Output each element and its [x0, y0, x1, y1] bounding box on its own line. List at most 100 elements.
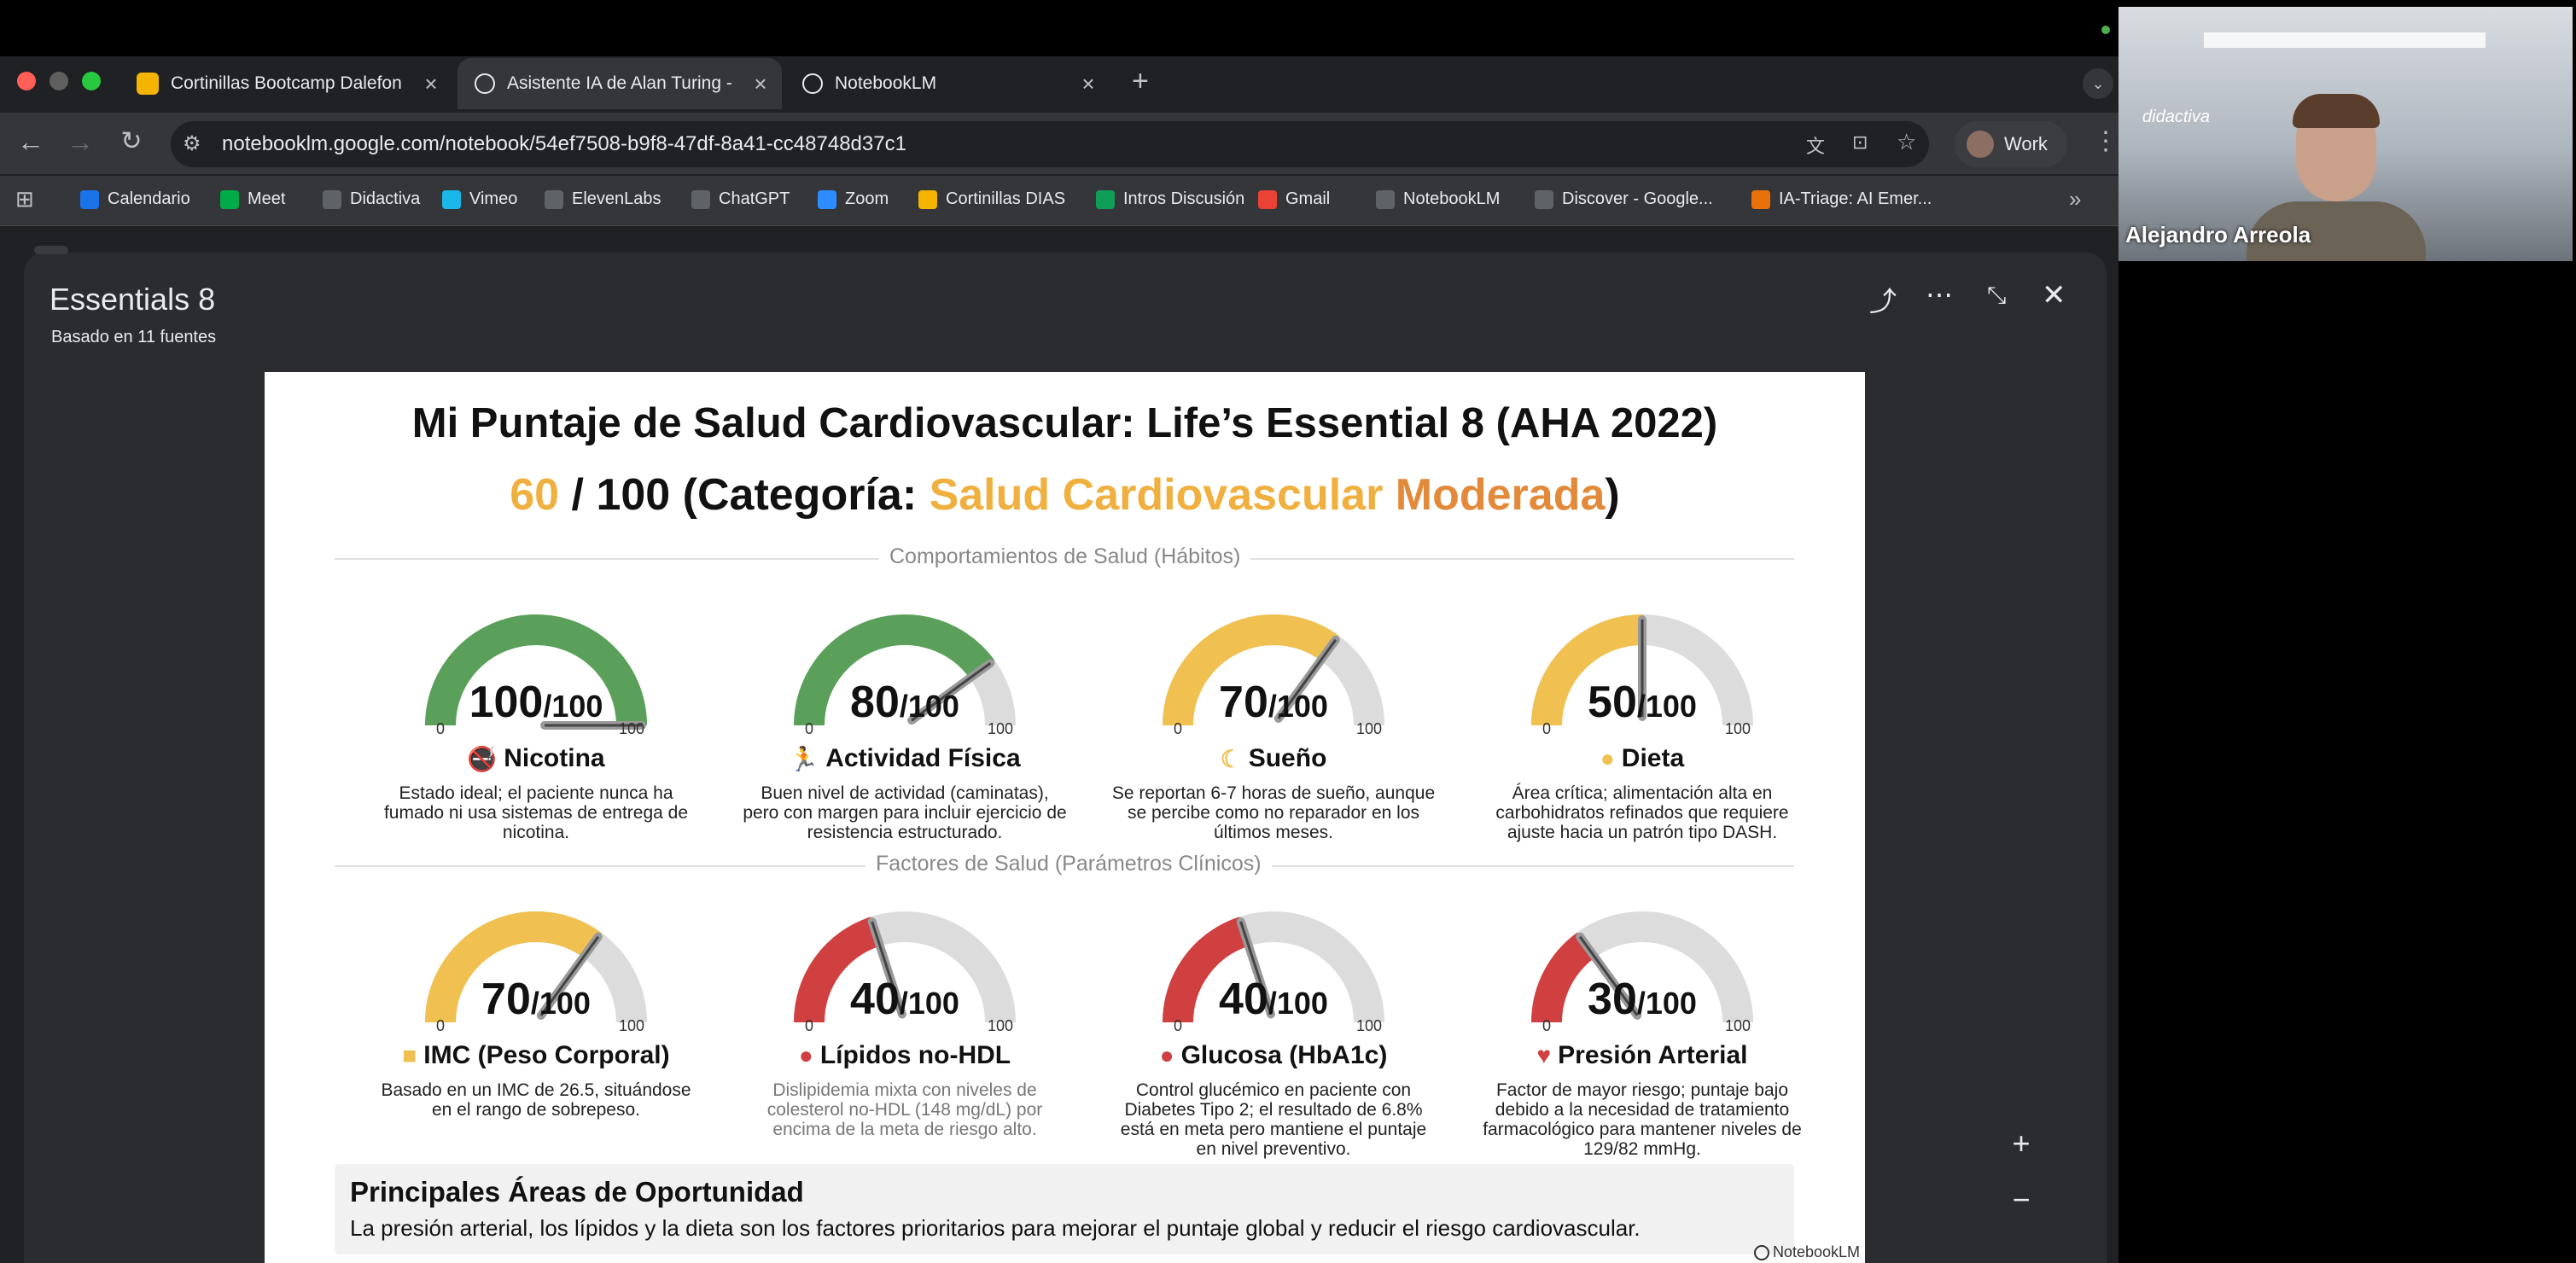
bookmark-item[interactable]: Meet — [220, 189, 285, 209]
infographic-title: Mi Puntaje de Salud Cardiovascular: Life… — [411, 400, 1718, 446]
bookmark-favicon-icon — [80, 189, 99, 209]
didactiva-logo: didactiva — [2142, 108, 2210, 126]
site-info-icon[interactable]: ⚙ — [183, 131, 201, 156]
gauge-tick-max: 100 — [988, 720, 1013, 736]
gauge-score-value: 50 — [1588, 678, 1637, 727]
gauge-chart: 30/100 0 100 — [1531, 911, 1753, 1033]
close-window-button[interactable] — [17, 72, 36, 90]
new-tab-button[interactable]: + — [1132, 65, 1149, 98]
apps-grid-icon[interactable]: ⊞ — [15, 186, 34, 212]
person-hair — [2293, 94, 2380, 128]
gauge-title: 🏃 Actividad Física — [726, 744, 1084, 773]
bookmark-label: Cortinillas DIAS — [946, 189, 1066, 208]
bookmark-item[interactable]: Vimeo — [442, 189, 517, 209]
bookmark-item[interactable]: NotebookLM — [1376, 189, 1500, 209]
gauge-description: Factor de mayor riesgo; puntaje bajo deb… — [1483, 1080, 1802, 1159]
gauge-score-max: /100 — [1637, 689, 1697, 724]
bookmark-item[interactable]: Didactiva — [323, 189, 420, 209]
gauge-description: Control glucémico en paciente con Diabet… — [1120, 1080, 1427, 1159]
bookmark-item[interactable]: Discover - Google... — [1535, 189, 1713, 209]
gauge-title-text: Sueño — [1248, 744, 1327, 772]
gauge-score: 30/100 — [1588, 975, 1697, 1024]
gauge-tick-min: 0 — [436, 1017, 445, 1033]
gauge-score-max: /100 — [900, 986, 959, 1021]
gauge-score: 80/100 — [850, 678, 959, 727]
tab-notebooklm[interactable]: NotebookLM × — [785, 58, 1110, 109]
gauge-title: 🚭 Nicotina — [357, 744, 715, 773]
avatar — [1967, 131, 1994, 158]
more-bookmarks-icon[interactable]: » — [2069, 186, 2081, 212]
bookmark-item[interactable]: IA-Triage: AI Emer... — [1751, 189, 1932, 209]
gauge-score-value: 70 — [481, 975, 531, 1024]
gauge-tick-max: 100 — [1725, 720, 1751, 736]
gauge-chart: 40/100 0 100 — [1163, 911, 1384, 1033]
notebooklm-watermark: NotebookLM — [1753, 1243, 1860, 1261]
more-options-icon[interactable]: ⋯ — [1926, 278, 1953, 311]
infographic: Mi Puntaje de Salud Cardiovascular: Life… — [265, 372, 1865, 1263]
gauge-score-value: 70 — [1219, 678, 1268, 727]
bookmark-label: Intros Discusión — [1123, 189, 1245, 208]
zoom-out-button[interactable]: − — [1996, 1174, 2047, 1225]
back-button[interactable]: ← — [14, 126, 48, 158]
drop-icon: ● — [798, 1042, 813, 1068]
bookmark-favicon-icon — [1751, 189, 1770, 209]
bookmark-item[interactable]: Cortinillas DIAS — [918, 189, 1065, 209]
gauge-tick-min: 0 — [436, 720, 445, 736]
gauge-score: 40/100 — [1219, 975, 1328, 1024]
gauge-title-text: Actividad Física — [825, 744, 1021, 772]
gauge-chart: 70/100 0 100 — [425, 911, 647, 1033]
minimize-window-button[interactable] — [50, 72, 68, 90]
gauge-title-text: Dieta — [1621, 744, 1685, 772]
gauge-chart: 50/100 0 100 — [1531, 614, 1753, 736]
address-bar[interactable]: ⚙ notebooklm.google.com/notebook/54ef750… — [171, 121, 1929, 167]
gauge-description: Buen nivel de actividad (caminatas), per… — [743, 783, 1067, 842]
bookmark-item[interactable]: ElevenLabs — [545, 189, 661, 209]
close-tab-icon[interactable]: × — [418, 71, 444, 97]
zoom-in-button[interactable]: + — [1996, 1118, 2047, 1169]
close-icon[interactable]: ✕ — [2042, 278, 2066, 312]
close-tab-icon[interactable]: × — [748, 71, 773, 97]
gauge-tick-min: 0 — [1542, 720, 1551, 736]
gauge-score-max: /100 — [900, 689, 959, 724]
gauge-score-max: /100 — [543, 689, 603, 724]
menu-kebab-icon[interactable]: ⋮ — [2093, 126, 2118, 156]
bookmark-favicon-icon — [1376, 189, 1395, 209]
bookmark-label: Didactiva — [350, 189, 421, 208]
bookmark-label: Discover - Google... — [1562, 189, 1713, 208]
gauge-tick-min: 0 — [805, 1017, 813, 1033]
gauge-score-value: 80 — [850, 678, 900, 727]
bowl-icon: ● — [1600, 745, 1615, 771]
share-icon[interactable]: ⤴ — [1869, 280, 1897, 319]
bookmark-item[interactable]: Zoom — [818, 189, 889, 209]
slides-icon — [137, 73, 159, 95]
gauge-tick-max: 100 — [1725, 1017, 1751, 1033]
gauge-score: 40/100 — [850, 975, 959, 1024]
category-word1: Salud Cardiovascular — [929, 470, 1384, 520]
bookmark-star-icon[interactable]: ☆ — [1897, 129, 1916, 155]
gauge-title: ☾ Sueño — [1094, 744, 1453, 773]
bookmark-label: Calendario — [108, 189, 190, 208]
bookmark-item[interactable]: ChatGPT — [691, 189, 790, 209]
bookmark-label: ElevenLabs — [572, 189, 661, 208]
tab-search-button[interactable]: ⌄ — [2083, 68, 2113, 99]
tab-asistente-ia[interactable]: Asistente IA de Alan Turing - × — [458, 58, 782, 109]
tab-cortinillas[interactable]: Cortinillas Bootcamp Dalefon × — [119, 58, 452, 109]
translate-icon[interactable]: 文 — [1806, 131, 1825, 159]
gauge-tick-min: 0 — [1174, 720, 1182, 736]
bookmark-item[interactable]: Calendario — [80, 189, 190, 209]
forward-button[interactable]: → — [63, 126, 97, 158]
bookmark-favicon-icon — [545, 189, 563, 209]
bookmark-item[interactable]: Intros Discusión — [1096, 189, 1244, 209]
profile-button[interactable]: Work — [1955, 121, 2067, 167]
gauge-tick-max: 100 — [1356, 720, 1382, 736]
maximize-window-button[interactable] — [82, 72, 101, 90]
bookmark-item[interactable]: Gmail — [1258, 189, 1330, 209]
bookmark-favicon-icon — [691, 189, 710, 209]
install-app-icon[interactable]: ⊡ — [1852, 131, 1868, 154]
category-word2: Moderada — [1395, 470, 1606, 520]
collapse-icon[interactable]: ⤡ — [1987, 282, 2006, 310]
reload-button[interactable]: ↻ — [114, 126, 149, 156]
participant-name: Alejandro Arreola — [2125, 222, 2311, 247]
gauge-score: 70/100 — [481, 975, 591, 1024]
close-tab-icon[interactable]: × — [1075, 71, 1101, 97]
